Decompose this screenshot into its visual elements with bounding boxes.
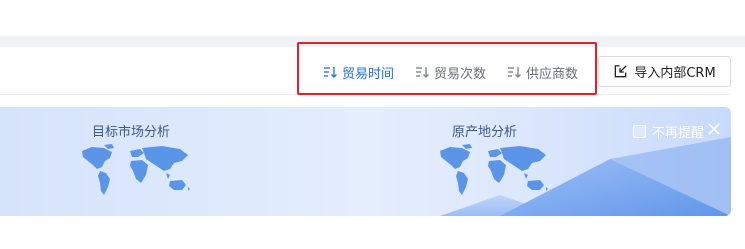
origin-title: 原产地分析: [452, 125, 518, 140]
import-crm-button[interactable]: 导入内部CRM: [598, 56, 731, 87]
target-market-title: 目标市场分析: [92, 125, 171, 140]
close-icon[interactable]: [706, 121, 722, 137]
dont-remind-label: 不再提醒: [652, 126, 705, 141]
dont-remind-checkbox[interactable]: 不再提醒: [633, 122, 704, 141]
import-icon: [615, 65, 627, 78]
highlight-annotation: [297, 42, 597, 95]
checkbox-icon[interactable]: [633, 125, 646, 138]
analysis-banner: 目标市场分析 原产地分析 不再提醒: [0, 107, 731, 216]
world-map-icon: [440, 144, 548, 195]
world-map-icon: [82, 144, 190, 195]
import-crm-label: 导入内部CRM: [634, 66, 716, 81]
top-area: [0, 0, 745, 36]
